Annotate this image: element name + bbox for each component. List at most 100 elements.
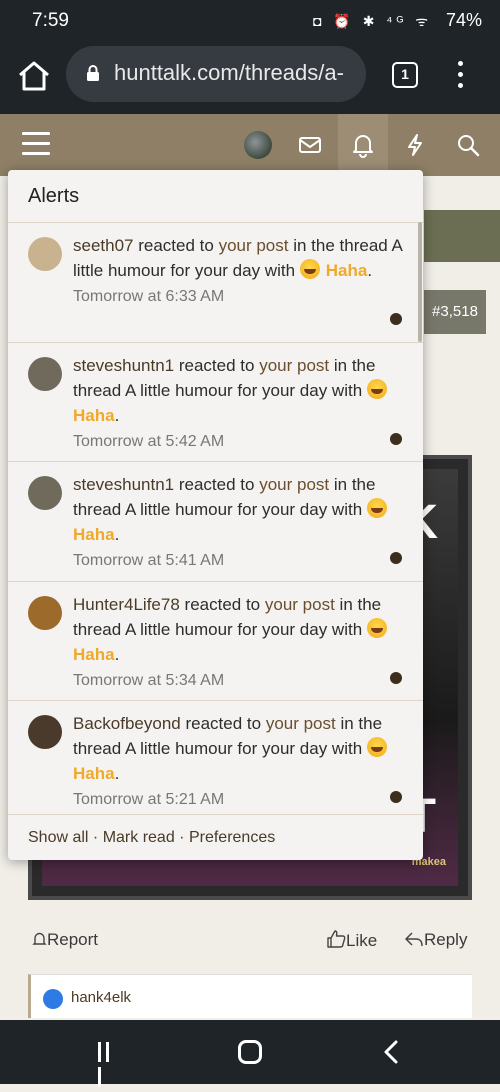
alert-time: Tomorrow at 5:34 AM [73, 671, 225, 689]
alert-suffix: . [114, 525, 120, 544]
laughing-emoji-icon [366, 378, 387, 399]
tab-switcher-button[interactable]: 1 [392, 62, 418, 88]
alert-username[interactable]: Hunter4Life78 [73, 595, 180, 614]
alert-text: reacted to [179, 594, 265, 614]
alert-body: steveshuntn1 reacted to your post in the… [73, 472, 405, 573]
url-text: hunttalk.com/threads/a- [114, 60, 344, 85]
alert-reaction: Haha [73, 525, 115, 544]
site-header [0, 114, 500, 176]
reply-button[interactable]: Reply [404, 930, 467, 950]
bell-icon [353, 135, 373, 158]
status-icons: ◘ ⏰ ✱ ⁴ᴳ ᯤ [313, 13, 432, 29]
user-avatar[interactable] [28, 356, 62, 391]
alert-text: reacted to [180, 714, 266, 733]
status-time: 7:59 [32, 10, 69, 31]
thumbs-up-icon [327, 930, 346, 948]
alert-suffix: . [367, 261, 373, 280]
status-bar: 7:59 ◘ ⏰ ✱ ⁴ᴳ ᯤ 74% [0, 0, 500, 42]
home-icon[interactable] [16, 58, 52, 94]
alerts-title: Alerts [28, 185, 80, 207]
reactions-bar[interactable]: hank4elk [28, 974, 472, 1018]
mark-read-link[interactable]: Mark read [103, 829, 175, 846]
alerts-scrollbar[interactable] [418, 222, 422, 342]
report-bell-icon [32, 932, 47, 945]
alert-post-link[interactable]: your post [259, 475, 329, 494]
alerts-menu: Alerts seeth07 reacted to your post in t… [8, 170, 423, 860]
alert-post-link[interactable]: your post [259, 356, 329, 375]
browser-toolbar: hunttalk.com/threads/a- 1 [0, 42, 500, 114]
overflow-menu-icon[interactable] [452, 58, 468, 92]
alert-suffix: . [114, 405, 120, 425]
alert-username[interactable]: steveshuntn1 [73, 475, 174, 494]
alert-item[interactable]: seeth07 reacted to your post in the thre… [8, 223, 423, 343]
like-button[interactable]: Like [326, 930, 377, 951]
unread-indicator[interactable] [390, 671, 402, 684]
reply-icon [405, 932, 423, 947]
alert-item[interactable]: Hunter4Life78 reacted to your post in th… [8, 582, 423, 701]
alert-item[interactable]: Backofbeyond reacted to your post in the… [8, 701, 423, 814]
page-banner [424, 210, 500, 262]
laughing-emoji-icon [299, 259, 320, 279]
alert-body: seeth07 reacted to your post in the thre… [73, 233, 405, 309]
alert-post-link[interactable]: your post [219, 236, 289, 255]
alert-username[interactable]: seeth07 [73, 236, 134, 255]
unread-indicator[interactable] [390, 791, 402, 803]
alert-text: reacted to [174, 475, 260, 494]
unread-indicator[interactable] [390, 313, 402, 325]
like-reaction-icon [43, 989, 63, 1009]
back-icon[interactable] [382, 1040, 402, 1064]
footer-separator: · [174, 829, 189, 846]
lock-icon [87, 65, 99, 81]
alert-text: reacted to [133, 236, 219, 255]
alerts-footer: Show all · Mark read · Preferences [8, 814, 423, 860]
user-avatar[interactable] [28, 476, 62, 510]
alert-item[interactable]: steveshuntn1 reacted to your post in the… [8, 343, 423, 462]
user-avatar[interactable] [28, 237, 62, 271]
report-button[interactable]: Report [32, 930, 98, 950]
post-actions: Report Like Reply [0, 920, 500, 964]
user-avatar[interactable] [28, 715, 62, 749]
reaction-user[interactable]: hank4elk [71, 989, 131, 1006]
alert-reaction: Haha [73, 644, 115, 664]
search-icon[interactable] [455, 132, 481, 158]
alert-body: Hunter4Life78 reacted to your post in th… [73, 592, 405, 693]
alert-body: Backofbeyond reacted to your post in the… [73, 711, 405, 812]
unread-indicator[interactable] [390, 432, 402, 445]
alert-reaction: Haha [73, 764, 115, 783]
alerts-button[interactable] [338, 114, 388, 176]
footer-separator: · [88, 829, 103, 846]
reply-label: Reply [424, 930, 468, 949]
user-avatar[interactable] [28, 595, 62, 630]
alert-suffix: . [114, 644, 120, 664]
inbox-icon[interactable] [297, 132, 323, 158]
show-all-link[interactable]: Show all [28, 829, 88, 846]
alert-suffix: . [114, 764, 120, 783]
menu-pointer [352, 170, 372, 180]
like-label: Like [346, 931, 378, 950]
hamburger-menu-icon[interactable] [22, 132, 50, 156]
alert-post-link[interactable]: your post [265, 595, 335, 614]
alert-reaction: Haha [73, 405, 115, 425]
alert-time: Tomorrow at 5:42 AM [73, 432, 225, 450]
alerts-list: seeth07 reacted to your post in the thre… [8, 222, 423, 814]
alert-body: steveshuntn1 reacted to your post in the… [73, 353, 405, 454]
preferences-link[interactable]: Preferences [189, 829, 275, 846]
laughing-emoji-icon [366, 737, 387, 757]
alert-post-link[interactable]: your post [266, 714, 336, 733]
laughing-emoji-icon [366, 498, 387, 518]
lightning-icon[interactable] [402, 132, 428, 158]
alert-username[interactable]: Backofbeyond [73, 714, 181, 733]
account-avatar[interactable] [244, 131, 272, 159]
alert-text: reacted to [174, 355, 260, 375]
alert-time: Tomorrow at 6:33 AM [73, 288, 225, 305]
home-nav-icon[interactable] [238, 1040, 262, 1064]
unread-indicator[interactable] [390, 552, 402, 564]
alert-item[interactable]: steveshuntn1 reacted to your post in the… [8, 462, 423, 582]
alert-username[interactable]: steveshuntn1 [73, 356, 174, 375]
address-bar[interactable]: hunttalk.com/threads/a- [66, 46, 366, 102]
battery-level: 74% [445, 10, 482, 30]
android-nav-bar [0, 1020, 500, 1087]
post-number[interactable]: #3,518 [424, 290, 486, 334]
recent-apps-icon[interactable] [98, 1042, 120, 1087]
alert-time: Tomorrow at 5:41 AM [73, 552, 225, 569]
